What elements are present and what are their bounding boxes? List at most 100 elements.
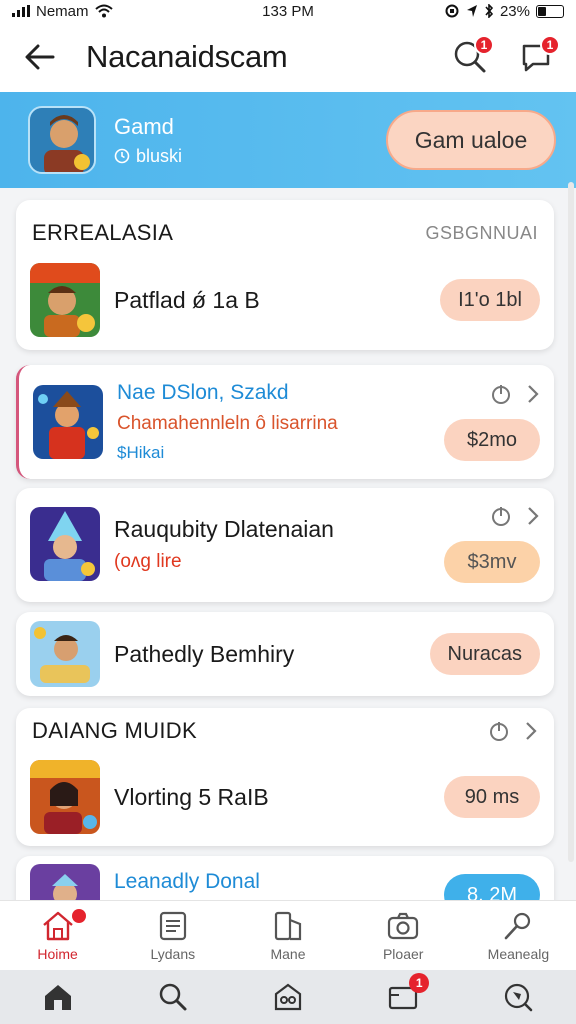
page-title: Nacanaidscam: [86, 39, 288, 74]
section-link[interactable]: GSBGNNUAI: [425, 223, 538, 244]
list-item[interactable]: Patflad ǿ 1a B I1'o 1bl: [16, 262, 554, 338]
home-icon: [42, 911, 73, 940]
item-actions: 90 ms: [444, 776, 540, 818]
status-right: 23%: [444, 3, 564, 20]
app-bar: Nacanaidscam 1 1: [0, 22, 576, 92]
tab-bar: Hoime Lydans Mane Ploaer Meanealg: [0, 900, 576, 970]
clock-icon: [114, 148, 130, 164]
magic-wand-icon: [505, 912, 531, 939]
signal-icon: [12, 5, 30, 17]
messages-button[interactable]: 1: [516, 35, 560, 77]
tab-label: Ploaer: [382, 945, 424, 962]
tab-label: Lydans: [150, 945, 196, 962]
section-title: DAIANG MUIDK: [32, 718, 197, 743]
section-title: ERREALASIA: [32, 220, 174, 245]
item-actions: $3mv: [444, 505, 540, 583]
promo-banner: Gamd bluski Gam ualoe: [0, 92, 576, 188]
item-text: Rauqubity Dlatenaian (oʌg lire: [114, 516, 334, 573]
games-button[interactable]: [268, 977, 308, 1017]
item-title: Pathedly Bemhiry: [114, 640, 295, 667]
game-thumbnail: [33, 385, 103, 459]
tab-label: Hoime: [37, 945, 78, 962]
item-text: Patflad ǿ 1a B: [114, 287, 260, 314]
inbox-badge: 1: [409, 973, 430, 993]
battery-icon: [536, 4, 564, 18]
search-button[interactable]: 1: [450, 35, 494, 77]
tab-list[interactable]: Lydans: [115, 901, 230, 970]
explore-button[interactable]: [498, 977, 538, 1017]
chevron-right-icon[interactable]: [526, 383, 540, 405]
item-actions: I1'o 1bl: [440, 279, 540, 321]
game-thumbnail: [30, 621, 100, 687]
item-title: Rauqubity Dlatenaian: [114, 515, 334, 542]
list-item[interactable]: Pathedly Bemhiry Nuracas: [16, 618, 554, 690]
price-pill[interactable]: $2mo: [444, 419, 540, 461]
banner-subtitle: bluski: [114, 146, 182, 167]
game-avatar: [28, 106, 96, 174]
item-mini-icons: [490, 383, 540, 405]
messages-badge: 1: [540, 35, 560, 55]
camera-icon: [388, 912, 419, 939]
rotation-lock-icon: [445, 4, 459, 18]
item-title: Leanadly Donal: [114, 870, 260, 893]
section-header-1: ERREALASIA GSBGNNUAI: [32, 220, 538, 246]
item-subtitle: Chamahennleln ô lisarrina: [117, 413, 338, 434]
header-actions: 1 1: [450, 35, 560, 77]
tab-camera[interactable]: Ploaer: [346, 901, 461, 970]
price-pill[interactable]: $3mv: [444, 541, 540, 583]
item-actions: $2mo: [444, 383, 540, 461]
item-title: Patflad ǿ 1a B: [114, 286, 260, 313]
search-badge: 1: [474, 35, 494, 55]
item-card-2[interactable]: Nae DSlon, Szakd Chamahennleln ô lisarri…: [16, 365, 554, 479]
location-icon: [466, 5, 477, 17]
item-mini-icons: [490, 505, 540, 527]
item-text: Vlorting 5 RaIB: [114, 784, 269, 811]
game-thumbnail: [30, 263, 100, 337]
power-icon[interactable]: [490, 383, 512, 405]
arrow-left-icon: [25, 44, 55, 70]
search-icon: [159, 983, 187, 1011]
item-subtitle: (oʌg lire: [114, 550, 182, 572]
list-item[interactable]: Rauqubity Dlatenaian (oʌg lire $3mv: [16, 504, 554, 584]
wifi-icon: [94, 4, 113, 18]
game-value-button[interactable]: Gam ualoe: [386, 110, 556, 170]
carrier-name: Nemam: [36, 2, 89, 20]
status-bar: Nemam 133 PM 23%: [0, 0, 576, 22]
chevron-right-icon[interactable]: [526, 505, 540, 527]
battery-percent: 23%: [499, 2, 530, 20]
tab-home[interactable]: Hoime: [0, 901, 115, 970]
inbox-button[interactable]: 1: [383, 973, 430, 1017]
item-text: Leanadly Donal: [114, 870, 260, 894]
section-header-2: DAIANG MUIDK: [32, 718, 538, 744]
status-left: Nemam: [12, 3, 113, 20]
tab-label: Mane: [270, 945, 306, 962]
power-icon[interactable]: [488, 720, 510, 742]
home-button[interactable]: [38, 977, 78, 1017]
list-item[interactable]: Vlorting 5 RaIB 90 ms: [16, 758, 554, 836]
duration-pill[interactable]: 90 ms: [444, 776, 540, 818]
bluetooth-icon: [485, 4, 494, 18]
status-pill[interactable]: Nuracas: [429, 633, 540, 675]
tab-phone[interactable]: Mane: [230, 901, 345, 970]
power-icon[interactable]: [490, 505, 512, 527]
tab-magic[interactable]: Meanealg: [461, 901, 576, 970]
banner-text: Gamd bluski: [114, 114, 182, 167]
section-card-1: ERREALASIA GSBGNNUAI Patflad ǿ 1a B I1'o…: [16, 200, 554, 350]
house-icon: [44, 985, 71, 1010]
price-pill[interactable]: I1'o 1bl: [440, 279, 540, 321]
item-card-3[interactable]: Rauqubity Dlatenaian (oʌg lire $3mv: [16, 488, 554, 602]
item-card-4[interactable]: Pathedly Bemhiry Nuracas: [16, 612, 554, 696]
game-thumbnail: [30, 507, 100, 581]
bottom-nav-bar: 1: [0, 970, 576, 1024]
list-item[interactable]: Nae DSlon, Szakd Chamahennleln ô lisarri…: [19, 381, 554, 462]
phone-icon: [274, 911, 302, 940]
chevron-right-icon[interactable]: [524, 720, 538, 742]
item-meta: $Hikai: [117, 443, 165, 462]
tab-label: Meanealg: [487, 945, 550, 962]
item-title: Vlorting 5 RaIB: [114, 783, 269, 810]
item-actions: Nuracas: [429, 633, 540, 675]
gamepad-icon: [274, 983, 302, 1011]
back-button[interactable]: [20, 37, 60, 77]
search-button[interactable]: [153, 977, 193, 1017]
scrollbar[interactable]: [568, 182, 574, 862]
